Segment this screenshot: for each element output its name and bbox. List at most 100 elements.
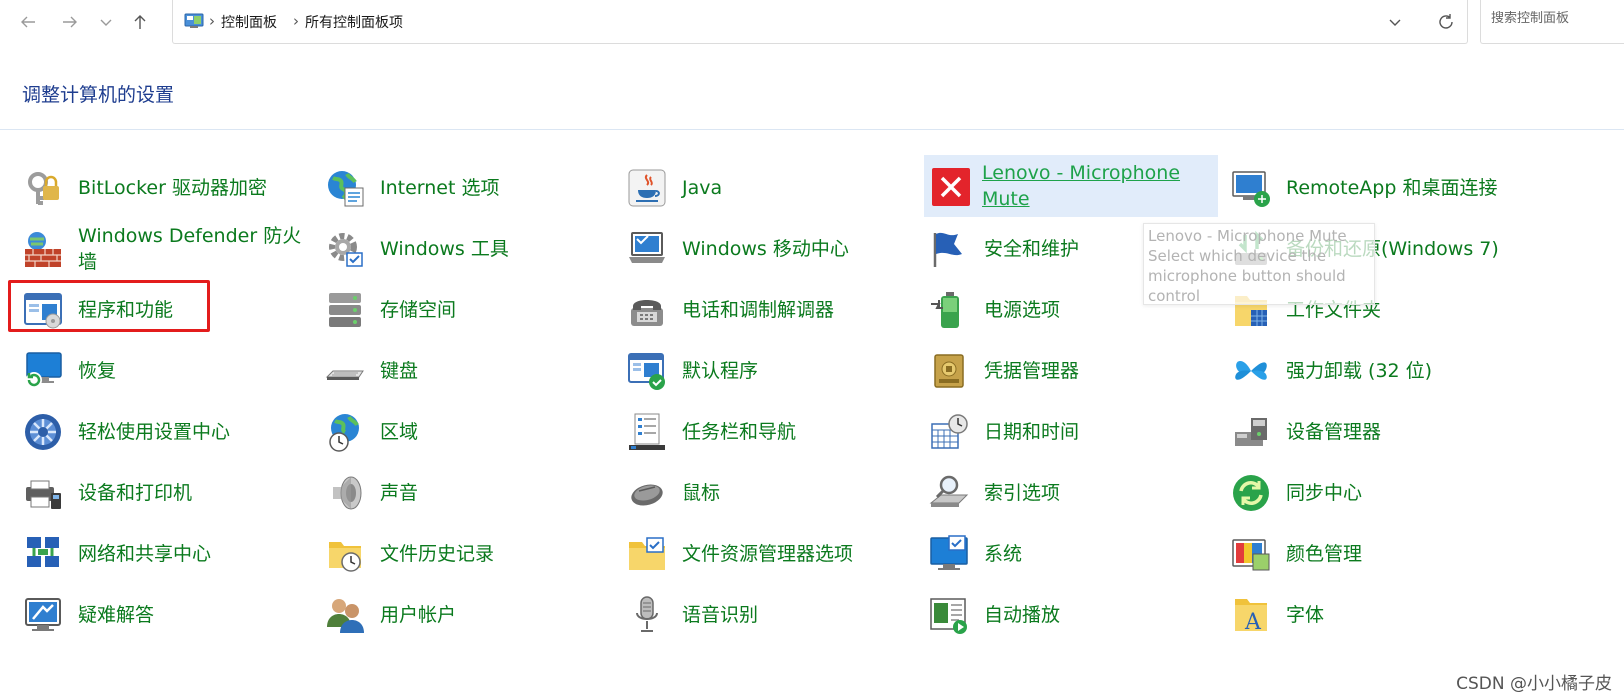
item-mobility-center[interactable]: Windows 移动中心 (604, 219, 914, 279)
item-indexing-options[interactable]: 索引选项 (906, 463, 1216, 523)
item-speech-recognition[interactable]: 语音识别 (604, 585, 914, 645)
page-title: 调整计算机的设置 (22, 84, 175, 106)
item-credential-manager[interactable]: 凭据管理器 (906, 341, 1216, 401)
item-label: Internet 选项 (380, 177, 500, 199)
refresh-icon[interactable] (1435, 11, 1457, 33)
item-troubleshoot[interactable]: 疑难解答 (0, 585, 310, 645)
item-system[interactable]: 系统 (906, 524, 1216, 584)
item-fonts[interactable]: A 字体 (1208, 585, 1538, 645)
item-label: 自动播放 (984, 604, 1061, 626)
item-label: 键盘 (380, 360, 419, 382)
item-label: 系统 (984, 543, 1023, 565)
breadcrumb-separator: › (209, 12, 215, 30)
item-taskbar-navigation[interactable]: 任务栏和导航 (604, 402, 914, 462)
forward-button[interactable] (56, 8, 84, 36)
item-label: 同步中心 (1286, 482, 1363, 504)
up-button[interactable] (126, 8, 154, 36)
item-remoteapp[interactable]: RemoteApp 和桌面连接 (1208, 158, 1538, 218)
item-label: 声音 (380, 482, 419, 504)
device-manager-icon (1230, 412, 1272, 452)
bitlocker-icon (22, 168, 64, 208)
arrow-right-icon (63, 16, 77, 28)
item-user-accounts[interactable]: 用户帐户 (302, 585, 612, 645)
item-label: Java (682, 177, 723, 199)
storage-icon (324, 290, 366, 330)
item-label: Lenovo - Microphone Mute (982, 162, 1181, 210)
item-storage-spaces[interactable]: 存储空间 (302, 280, 612, 340)
item-default-programs[interactable]: 默认程序 (604, 341, 914, 401)
item-label: 疑难解答 (78, 604, 155, 626)
item-label: 网络和共享中心 (78, 543, 212, 565)
fonts-icon: A (1230, 595, 1272, 635)
tooltip: Lenovo - Microphone Mute Select which de… (1143, 223, 1375, 305)
item-label: 强力卸载 (32 位) (1286, 360, 1433, 382)
sync-icon (1230, 473, 1272, 513)
item-label: 轻松使用设置中心 (78, 421, 231, 443)
printer-icon (22, 473, 64, 513)
item-label: 存储空间 (380, 299, 457, 321)
item-force-uninstall[interactable]: 强力卸载 (32 位) (1208, 341, 1538, 401)
recent-locations-button[interactable] (92, 8, 120, 36)
item-date-time[interactable]: 日期和时间 (906, 402, 1216, 462)
system-monitor-icon (928, 534, 970, 574)
item-folder-options[interactable]: 文件资源管理器选项 (604, 524, 914, 584)
item-phone-modem[interactable]: 电话和调制解调器 (604, 280, 914, 340)
breadcrumb-all-items[interactable]: 所有控制面板项 (305, 12, 403, 32)
credential-icon (928, 351, 970, 391)
item-windows-tools[interactable]: Windows 工具 (302, 219, 612, 279)
item-devices-printers[interactable]: 设备和打印机 (0, 463, 310, 523)
item-label: Windows 工具 (380, 238, 509, 260)
item-label: 恢复 (78, 360, 117, 382)
item-internet-options[interactable]: Internet 选项 (302, 158, 612, 218)
item-label: Windows 移动中心 (682, 238, 849, 260)
item-firewall[interactable]: Windows Defender 防火墙 (0, 219, 310, 279)
item-lenovo-microphone-mute[interactable]: Lenovo - Microphone Mute (924, 155, 1218, 217)
navigation-bar: › 控制面板 › 所有控制面板项 (0, 0, 1624, 44)
item-java[interactable]: Java (604, 158, 914, 218)
item-sound[interactable]: 声音 (302, 463, 612, 523)
item-file-history[interactable]: 文件历史记录 (302, 524, 612, 584)
item-recovery[interactable]: 恢复 (0, 341, 310, 401)
item-label: 默认程序 (682, 360, 759, 382)
recovery-icon (22, 351, 64, 391)
selection-highlight-box (8, 280, 210, 332)
item-network-sharing[interactable]: 网络和共享中心 (0, 524, 310, 584)
item-label: Windows Defender 防火墙 (78, 225, 302, 273)
divider (0, 129, 1624, 130)
search-input[interactable] (1491, 11, 1624, 26)
remoteapp-icon (1230, 168, 1272, 208)
autoplay-icon (928, 595, 970, 635)
back-button[interactable] (14, 8, 42, 36)
item-device-manager[interactable]: 设备管理器 (1208, 402, 1538, 462)
item-label: 用户帐户 (380, 604, 457, 626)
item-ease-of-access[interactable]: 轻松使用设置中心 (0, 402, 310, 462)
item-sync-center[interactable]: 同步中心 (1208, 463, 1538, 523)
chevron-down-icon[interactable] (1385, 12, 1405, 32)
address-bar[interactable]: › 控制面板 › 所有控制面板项 (172, 0, 1468, 44)
item-region[interactable]: 区域 (302, 402, 612, 462)
item-autoplay[interactable]: 自动播放 (906, 585, 1216, 645)
mic-mute-icon (930, 167, 972, 207)
globe-icon (324, 168, 366, 208)
item-label: 颜色管理 (1286, 543, 1363, 565)
tooltip-text: Lenovo - Microphone Mute Select which de… (1148, 227, 1347, 305)
battery-icon (928, 290, 970, 330)
item-bitlocker[interactable]: BitLocker 驱动器加密 (0, 158, 310, 218)
item-label: 任务栏和导航 (682, 421, 797, 443)
item-label: 字体 (1286, 604, 1325, 626)
java-icon (626, 168, 668, 208)
item-label: 文件资源管理器选项 (682, 543, 854, 565)
breadcrumb-control-panel[interactable]: 控制面板 (221, 12, 277, 32)
item-color-management[interactable]: 颜色管理 (1208, 524, 1538, 584)
arrow-left-icon (21, 16, 35, 28)
search-box[interactable] (1480, 0, 1624, 44)
region-icon (324, 412, 366, 452)
item-label: 文件历史记录 (380, 543, 495, 565)
firewall-icon (22, 229, 64, 269)
item-mouse[interactable]: 鼠标 (604, 463, 914, 523)
item-keyboard[interactable]: 键盘 (302, 341, 612, 401)
breadcrumb-separator: › (293, 12, 299, 30)
item-label: 鼠标 (682, 482, 721, 504)
item-label: 区域 (380, 421, 419, 443)
watermark: CSDN @小小橘子皮 (1456, 674, 1612, 694)
